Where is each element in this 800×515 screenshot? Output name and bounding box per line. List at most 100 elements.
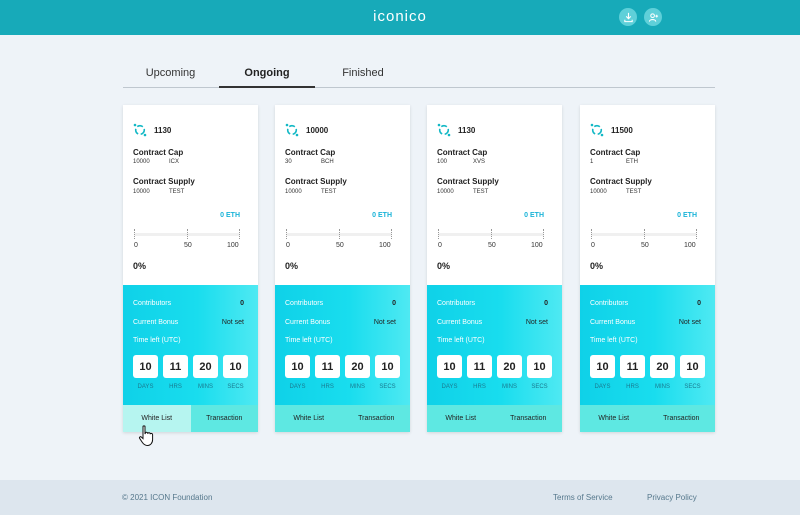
icon-logo-icon [590,123,604,137]
sale-number: 11500 [611,125,633,135]
cap-value: 10000 [133,159,150,165]
top-bar: iconico [0,0,800,35]
time-left-label: Time left (UTC) [285,337,333,344]
supply-unit: TEST [321,189,337,195]
countdown-seconds: 10 [375,355,400,378]
contract-supply-label: Contract Supply [285,177,347,186]
supply-unit: TEST [169,189,185,195]
seconds-label: SECS [227,384,244,390]
sale-stats-panel: Contributors 0 Current Bonus Not set Tim… [427,285,562,405]
days-label: DAYS [594,384,611,390]
countdown-days: 10 [133,355,158,378]
contract-cap-label: Contract Cap [437,148,488,157]
time-left-label: Time left (UTC) [590,337,638,344]
contract-supply-label: Contract Supply [590,177,652,186]
sale-number: 1130 [458,125,476,135]
contributors-count: 0 [544,300,548,307]
days-label: DAYS [441,384,458,390]
progress-track [591,229,697,239]
minutes-label: MINS [502,384,517,390]
cap-unit: ICX [169,159,180,165]
white-list-button[interactable]: White List [427,405,495,432]
transaction-button[interactable]: Transaction [494,405,562,432]
minutes-label: MINS [198,384,213,390]
logo[interactable]: iconico [0,8,800,25]
days-label: DAYS [137,384,154,390]
countdown-hours: 11 [467,355,492,378]
progress-percent: 0% [133,261,147,271]
countdown-seconds: 10 [527,355,552,378]
download-icon[interactable] [619,8,637,26]
countdown-seconds: 10 [223,355,248,378]
progress-track [134,229,240,239]
progress-percent: 0% [285,261,299,271]
icon-logo-icon [437,123,451,137]
scale-mid: 50 [641,242,649,249]
time-left-label: Time left (UTC) [437,337,485,344]
transaction-button[interactable]: Transaction [342,405,410,432]
white-list-button[interactable]: White List [580,405,648,432]
cap-value: 1 [590,159,594,165]
scale-max: 100 [684,242,696,249]
scale-max: 100 [379,242,391,249]
contributors-count: 0 [697,300,701,307]
scale-mid: 50 [184,242,192,249]
current-bonus-value: Not set [678,319,701,326]
tab-ongoing[interactable]: Ongoing [219,67,315,88]
countdown-days: 10 [590,355,615,378]
raised-amount: 0 ETH [372,212,392,219]
contributors-label: Contributors [133,300,172,307]
countdown-minutes: 20 [345,355,370,378]
tab-upcoming[interactable]: Upcoming [133,67,208,88]
hours-label: HRS [473,384,486,390]
progress-percent: 0% [437,261,451,271]
supply-unit: TEST [626,189,642,195]
copyright-text: © 2021 ICON Foundation [122,493,213,502]
countdown-minutes: 20 [650,355,675,378]
sale-card: 1130 Contract Cap 10000 ICX Contract Sup… [123,105,258,432]
white-list-button[interactable]: White List [275,405,343,432]
days-label: DAYS [289,384,306,390]
supply-unit: TEST [473,189,489,195]
countdown-hours: 11 [620,355,645,378]
countdown-minutes: 20 [497,355,522,378]
status-tabs: Upcoming Ongoing Finished [123,60,715,88]
tab-finished[interactable]: Finished [323,67,403,88]
icon-logo-icon [133,123,147,137]
terms-of-service-link[interactable]: Terms of Service [553,493,613,502]
transaction-button[interactable]: Transaction [647,405,715,432]
scale-mid: 50 [488,242,496,249]
add-user-icon[interactable] [644,8,662,26]
current-bonus-label: Current Bonus [285,319,331,326]
seconds-label: SECS [684,384,701,390]
scale-min: 0 [591,242,595,249]
privacy-policy-link[interactable]: Privacy Policy [647,493,697,502]
hours-label: HRS [321,384,334,390]
cap-unit: ETH [626,159,638,165]
current-bonus-label: Current Bonus [133,319,179,326]
cap-unit: XVS [473,159,486,165]
scale-min: 0 [286,242,290,249]
hours-label: HRS [169,384,182,390]
sale-card: 11500 Contract Cap 1 ETH Contract Supply… [580,105,715,432]
time-left-label: Time left (UTC) [133,337,181,344]
scale-max: 100 [531,242,543,249]
contributors-count: 0 [240,300,244,307]
contract-cap-label: Contract Cap [133,148,184,157]
countdown-hours: 11 [315,355,340,378]
scale-min: 0 [134,242,138,249]
contributors-label: Contributors [437,300,476,307]
sale-stats-panel: Contributors 0 Current Bonus Not set Tim… [275,285,410,405]
cap-value: 100 [437,159,448,165]
transaction-button[interactable]: Transaction [190,405,258,432]
sale-number: 10000 [306,125,329,135]
progress-percent: 0% [590,261,604,271]
sale-stats-panel: Contributors 0 Current Bonus Not set Tim… [580,285,715,405]
hours-label: HRS [626,384,639,390]
contributors-label: Contributors [590,300,629,307]
seconds-label: SECS [531,384,548,390]
cap-value: 30 [285,159,292,165]
minutes-label: MINS [350,384,365,390]
sale-card: 10000 Contract Cap 30 BCH Contract Suppl… [275,105,410,432]
countdown-days: 10 [437,355,462,378]
